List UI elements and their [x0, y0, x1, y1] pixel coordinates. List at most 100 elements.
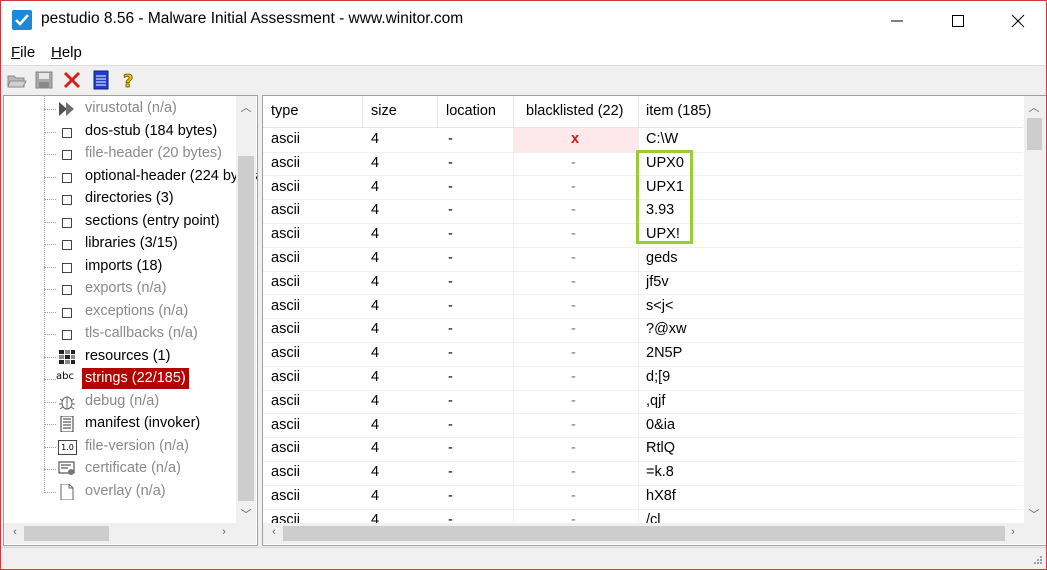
scroll-right-icon[interactable]: ›: [216, 526, 232, 538]
tree-item-libraries[interactable]: libraries (3/15): [4, 233, 236, 255]
table-row[interactable]: ascii 4 - - =k.8: [263, 461, 1023, 486]
help-question-icon[interactable]: ?: [119, 70, 139, 93]
tree-item-label: dos-stub (184 bytes): [85, 122, 218, 139]
save-icon[interactable]: [34, 70, 54, 90]
cell-type: ascii: [271, 297, 301, 314]
cell-blacklisted: -: [571, 345, 576, 362]
scroll-down-icon[interactable]: ﹀: [1026, 506, 1042, 522]
tree-item-dos-stub[interactable]: dos-stub (184 bytes): [4, 121, 236, 143]
tree-item-manifest[interactable]: manifest (invoker): [4, 413, 236, 435]
tree-horizontal-scrollbar[interactable]: ‹ ›: [4, 523, 256, 544]
table-row[interactable]: ascii 4 - - RtlQ: [263, 437, 1023, 462]
blacklisted-x-icon: x: [571, 131, 580, 147]
table-row[interactable]: ascii 4 - - s<j<: [263, 294, 1023, 319]
cell-blacklisted: -: [571, 226, 576, 243]
tree-item-strings[interactable]: abc strings (22/185): [4, 368, 236, 390]
scroll-up-icon[interactable]: ︿: [238, 99, 254, 115]
scroll-up-icon[interactable]: ︿: [1026, 99, 1042, 115]
cell-item: jf5v: [646, 273, 669, 290]
table-row[interactable]: ascii 4 - - jf5v: [263, 270, 1023, 295]
tree-item-certificate[interactable]: certificate (n/a): [4, 458, 236, 480]
table-scroll-thumb[interactable]: [1027, 118, 1042, 150]
tree-connector: [44, 401, 56, 403]
tree-connector: [44, 379, 56, 380]
square-icon: [58, 146, 76, 162]
square-icon: [58, 191, 76, 207]
close-red-x-icon[interactable]: [62, 70, 82, 90]
open-folder-icon[interactable]: [7, 70, 27, 90]
tree-item-exceptions[interactable]: exceptions (n/a): [4, 301, 236, 323]
table-row[interactable]: ascii 4 - - geds: [263, 247, 1023, 271]
cell-blacklisted: -: [571, 202, 576, 219]
table-row[interactable]: ascii 4 - - hX8f: [263, 485, 1023, 509]
square-icon: [58, 259, 76, 275]
cell-size: 4: [371, 154, 380, 171]
cell-blacklisted: -: [571, 416, 576, 433]
scroll-down-icon[interactable]: ﹀: [238, 506, 254, 522]
tree-item-file-header[interactable]: file-header (20 bytes): [4, 143, 236, 165]
tree-item-label: optional-header (224 bytes): [85, 167, 258, 184]
tree-connector: [44, 289, 56, 290]
certificate-icon: [58, 461, 76, 477]
menu-help[interactable]: Help: [51, 44, 82, 61]
tree-connector: [44, 356, 56, 358]
tree-scroll-thumb[interactable]: [238, 156, 254, 501]
cell-item: =k.8: [646, 464, 674, 481]
tree-hscroll-thumb[interactable]: [24, 526, 109, 541]
table-row[interactable]: ascii 4 - - ,qjf: [263, 389, 1023, 414]
cell-size: 4: [371, 440, 380, 457]
cell-item: RtlQ: [646, 440, 675, 457]
table-horizontal-scrollbar[interactable]: ‹ ›: [263, 523, 1045, 544]
tree-vertical-scrollbar[interactable]: ︿ ﹀: [236, 96, 256, 523]
column-header-location[interactable]: location: [446, 103, 496, 119]
close-window-button[interactable]: [995, 1, 1041, 39]
cell-location: -: [448, 416, 453, 433]
column-header-blacklisted[interactable]: blacklisted (22): [526, 103, 624, 119]
tree-item-debug[interactable]: debug (n/a): [4, 391, 236, 413]
tree-item-label: directories (3): [85, 190, 174, 206]
tree-item-overlay[interactable]: overlay (n/a): [4, 481, 236, 503]
tree-item-imports[interactable]: imports (18): [4, 256, 236, 278]
tree-item-exports[interactable]: exports (n/a): [4, 278, 236, 300]
square-icon: [58, 236, 76, 252]
resize-grip-icon[interactable]: [1031, 555, 1043, 567]
table-row[interactable]: ascii 4 - - 2N5P: [263, 342, 1023, 367]
cell-type: ascii: [271, 369, 301, 385]
cell-type: ascii: [271, 488, 301, 504]
table-row[interactable]: ascii 4 - - 0&ia: [263, 413, 1023, 438]
minimize-button[interactable]: [874, 1, 920, 39]
tree-item-label: file-version (n/a): [85, 437, 189, 454]
column-header-item[interactable]: item (185): [646, 103, 711, 119]
tree-item-resources[interactable]: resources (1): [4, 346, 236, 368]
resources-grid-icon: [58, 349, 76, 365]
cell-location: -: [448, 178, 453, 195]
document-list-icon[interactable]: [91, 70, 111, 90]
strings-table-pane: type size location blacklisted (22) item…: [262, 95, 1046, 546]
table-row[interactable]: ascii 4 - x C:\W: [263, 128, 1023, 152]
abc-icon: abc: [56, 371, 74, 382]
cell-blacklisted: -: [571, 321, 576, 338]
tree-item-file-version[interactable]: 1.0 file-version (n/a): [4, 436, 236, 458]
tree-item-optional-header[interactable]: optional-header (224 bytes): [4, 166, 257, 188]
cell-size: 4: [371, 464, 380, 481]
tree-item-tls-callbacks[interactable]: tls-callbacks (n/a): [4, 323, 236, 345]
window-title: pestudio 8.56 - Malware Initial Assessme…: [41, 10, 464, 27]
cell-type: ascii: [271, 154, 301, 171]
cell-size: 4: [371, 178, 380, 195]
title-bar[interactable]: pestudio 8.56 - Malware Initial Assessme…: [1, 1, 1046, 39]
tree-item-sections[interactable]: sections (entry point): [4, 211, 236, 233]
tree-connector: [44, 199, 56, 200]
table-row[interactable]: ascii 4 - - ?@xw: [263, 318, 1023, 343]
scroll-right-icon[interactable]: ›: [1005, 526, 1021, 538]
tree-item-directories[interactable]: directories (3): [4, 188, 236, 210]
menu-file[interactable]: File: [11, 44, 35, 61]
column-header-type[interactable]: type: [271, 103, 298, 119]
table-row[interactable]: ascii 4 - - d;[9: [263, 366, 1023, 390]
table-vertical-scrollbar[interactable]: ︿ ﹀: [1024, 96, 1045, 523]
table-hscroll-thumb[interactable]: [283, 526, 1005, 541]
column-header-size[interactable]: size: [371, 103, 397, 119]
tree-item-virustotal[interactable]: virustotal (n/a): [4, 98, 236, 120]
scroll-left-icon[interactable]: ‹: [266, 526, 282, 538]
maximize-button[interactable]: [935, 1, 981, 39]
scroll-left-icon[interactable]: ‹: [7, 526, 23, 538]
